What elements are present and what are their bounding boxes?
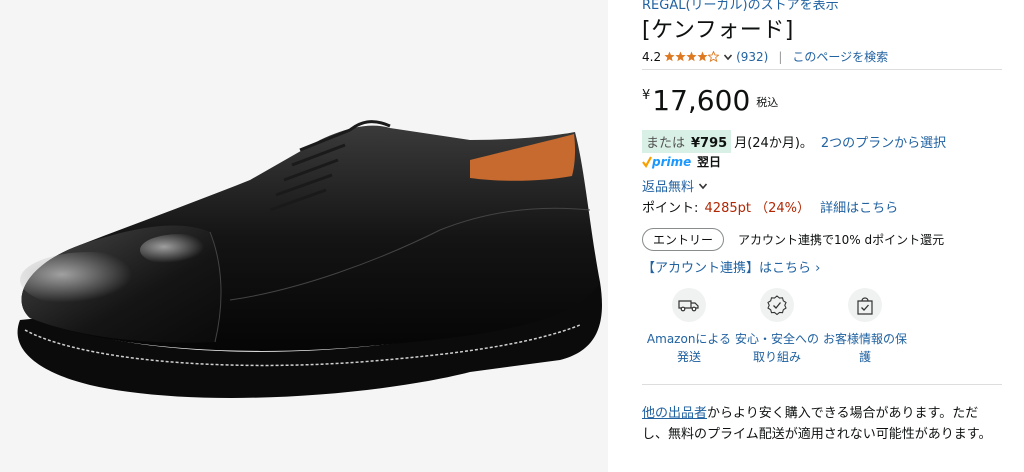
product-image[interactable] <box>0 0 608 472</box>
star-rating[interactable] <box>664 51 720 62</box>
prime-delivery: prime 翌日 <box>642 153 721 170</box>
star-full-icon <box>675 51 686 62</box>
feature-safety[interactable]: 安心・安全への 取り組み <box>734 288 820 366</box>
divider <box>642 384 1002 385</box>
prime-logo-icon: prime <box>642 155 691 169</box>
rating-value: 4.2 <box>642 49 662 64</box>
feature-label: Amazonによる <box>646 332 732 346</box>
star-full-icon <box>697 51 708 62</box>
shoe-image <box>17 120 602 398</box>
tax-label: 税込 <box>756 96 779 109</box>
points-label: ポイント: <box>642 201 699 216</box>
feature-label: 護 <box>858 350 871 364</box>
feature-label: 安心・安全への <box>734 332 819 346</box>
star-empty-icon <box>708 51 720 62</box>
feature-icon-circle <box>672 288 706 322</box>
feature-amazon-shipping[interactable]: Amazonによる 発送 <box>646 288 732 366</box>
other-sellers-note: 他の出品者からより安く購入できる場合があります。ただし、無料のプライム配送が適用… <box>642 403 994 445</box>
points-value: 4285pt （24%） <box>704 201 810 216</box>
search-page-link[interactable]: このページを検索 <box>792 48 888 65</box>
divider <box>642 69 1002 70</box>
entry-button[interactable]: エントリー <box>642 228 725 251</box>
installment-row: または ¥795 月(24か月)。 2つのプランから選択 <box>642 130 946 153</box>
prime-logo-text: prime <box>651 155 691 169</box>
entry-text: アカウント連携で10% dポイント還元 <box>738 233 945 247</box>
points-details-link[interactable]: 詳細はこちら <box>820 201 898 216</box>
installment-amount: ¥795 <box>691 136 728 151</box>
product-info-panel: REGAL(リーガル)のストアを表示 [ケンフォード] 4.2 (932) | … <box>642 0 1002 472</box>
price-amount: 17,600 <box>652 84 751 117</box>
points-row: ポイント: 4285pt （24%） 詳細はこちら <box>642 197 898 216</box>
star-full-icon <box>664 51 675 62</box>
secure-bag-icon <box>857 297 873 315</box>
product-title: [ケンフォード] <box>642 18 794 43</box>
free-returns-label: 返品無料 <box>642 180 695 195</box>
safety-badge-icon <box>767 295 787 315</box>
feature-label: お客様情報の保 <box>822 332 907 346</box>
separator: | <box>778 49 783 64</box>
chevron-down-icon[interactable] <box>723 52 733 62</box>
feature-label: 発送 <box>676 350 701 364</box>
feature-icon-circle <box>848 288 882 322</box>
feature-icon-circle <box>760 288 794 322</box>
feature-label: 取り組み <box>752 350 801 364</box>
chevron-down-icon <box>698 182 708 189</box>
installment-or: または <box>646 136 686 151</box>
other-sellers-link[interactable]: 他の出品者 <box>642 406 707 421</box>
free-returns[interactable]: 返品無料 <box>642 176 708 195</box>
feature-privacy[interactable]: お客様情報の保護 <box>822 288 908 366</box>
installment-badge: または ¥795 <box>642 130 732 153</box>
price-block: ¥ 17,600 税込 <box>642 84 778 118</box>
installment-term: 月(24か月)。 <box>734 136 813 151</box>
plan-select-link[interactable]: 2つのプランから選択 <box>821 132 946 151</box>
entry-row: エントリー アカウント連携で10% dポイント還元 <box>642 228 944 251</box>
delivery-day: 翌日 <box>697 155 722 169</box>
feature-icons: Amazonによる 発送 安心・安全への 取り組み お客様情報の保護 <box>642 288 962 372</box>
rating-row: 4.2 (932) | このページを検索 <box>642 48 888 65</box>
delivery-van-icon <box>678 300 699 312</box>
account-link[interactable]: 【アカウント連携】はこちら › <box>642 257 820 276</box>
currency-symbol: ¥ <box>642 88 651 103</box>
star-full-icon <box>686 51 697 62</box>
review-count-link[interactable]: (932) <box>736 50 768 64</box>
